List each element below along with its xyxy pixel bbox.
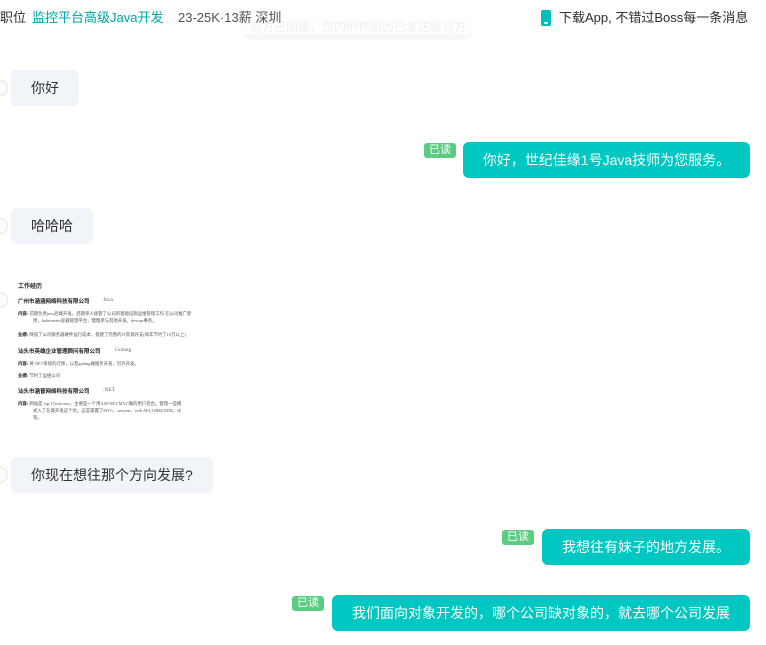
resume-content: 将.NET系统的迁移，以及golang做服务开发，另外开发。 — [29, 361, 139, 366]
message-bubble-sent: 我想往有妹子的地方发展。 — [542, 529, 750, 565]
resume-field-label: 内容: — [18, 361, 29, 366]
resume-content: 网站是 vip.17eod.com，主要是一个用ASP.NET MVC做的用户后… — [29, 401, 182, 406]
resume-tech: Golang — [115, 347, 132, 353]
message-bubble-received: 你好 — [11, 70, 79, 106]
resume-content: 式入了在端开发这个坑。这是掌握了MVC、session、web API ,ORM… — [33, 408, 182, 413]
resume-company: 汕头市涵普网络科技有限公司 — [18, 389, 90, 395]
resume-content: 用，kubernetes容器管理平台，慢慢参与其他开发，devops事务。 — [33, 318, 157, 323]
resume-result: 降低了公司服务器硬件运行成本，搭建了完善的IT资源开支(每年节约了10万以上) — [29, 332, 186, 337]
resume-field-label: 业绩: — [18, 332, 29, 337]
header-prefix-label: 职位 — [0, 10, 27, 25]
recruiter-avatar[interactable] — [0, 292, 8, 308]
salary-location: 23-25K·13薪 深圳 — [178, 10, 282, 25]
resume-content: 等。 — [33, 415, 42, 420]
recruiter-avatar[interactable] — [0, 218, 8, 234]
mobile-phone-icon[interactable] — [541, 10, 551, 26]
resume-tech: .NET — [103, 387, 116, 393]
resume-field-label: 内容: — [18, 401, 29, 406]
resume-result: 节约了运维公司 — [29, 373, 61, 378]
resume-company: 广州市涵涵网络科技有限公司 — [18, 299, 90, 305]
message-bubble-received: 你现在想往那个方向发展? — [11, 457, 213, 493]
resume-field-label: 业绩: — [18, 373, 29, 378]
recruiter-avatar[interactable] — [0, 80, 8, 96]
resume-field-label: 内容: — [18, 311, 29, 316]
job-title-link[interactable]: 监控平台高级Java开发 — [32, 10, 163, 26]
read-status-badge: 已读 — [424, 143, 456, 158]
resume-heading: 工作经历 — [18, 284, 43, 290]
resume-tech: Java — [103, 297, 113, 303]
header-text-layer: 职位 监控平台高级Java开发 23-25K·13薪 深圳 下载App, 不错过… — [0, 0, 766, 36]
resume-image-message[interactable]: 工作经历 广州市涵涵网络科技有限公司 Java 内容: 前期负责java后端开发… — [11, 270, 221, 435]
message-bubble-sent: 你好，世纪佳缘1号Java技师为您服务。 — [463, 142, 750, 178]
read-status-badge: 已读 — [292, 596, 324, 611]
download-app-link[interactable]: 下载App, 不错过Boss每一条消息 — [559, 10, 748, 26]
recruiter-avatar[interactable] — [0, 467, 8, 483]
read-status-badge: 已读 — [502, 530, 534, 545]
resume-content: 前期负责java后端开发，后期单人接管了公司的基础设施运维管理工作,在公司推广使 — [29, 311, 192, 316]
message-bubble-sent: 我们面向对象开发的，哪个公司缺对象的，就去哪个公司发展 — [332, 595, 750, 631]
message-bubble-received: 哈哈哈 — [11, 208, 93, 244]
resume-company: 汕头市英雄企业管理顾问有限公司 — [18, 349, 101, 355]
